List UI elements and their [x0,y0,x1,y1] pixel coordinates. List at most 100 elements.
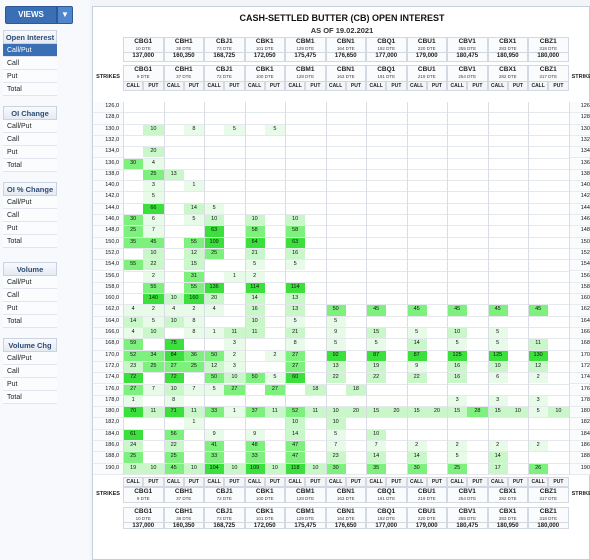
oi-value-cell[interactable]: 8 [183,124,204,135]
oi-value-cell[interactable]: 36 [183,350,204,361]
oi-value-cell[interactable]: 26 [528,463,549,474]
oi-value-cell[interactable]: 22 [406,373,427,384]
sidebar-item[interactable]: Call [3,57,57,70]
oi-value-cell[interactable]: 25 [447,463,468,474]
oi-value-cell[interactable]: 10 [244,316,265,327]
oi-value-cell[interactable]: 52 [123,350,144,361]
sidebar-item[interactable]: Put [3,70,57,83]
oi-value-cell[interactable]: 22 [366,373,387,384]
oi-value-cell[interactable]: 10 [264,463,285,474]
oi-value-cell[interactable]: 12 [183,248,204,260]
oi-value-cell[interactable]: 23 [123,361,144,373]
oi-value-cell[interactable]: 11 [305,407,326,418]
oi-value-cell[interactable]: 10 [224,463,245,474]
oi-value-cell[interactable]: 34 [143,350,164,361]
oi-value-cell[interactable]: 25 [163,452,184,463]
oi-value-cell[interactable]: 10 [285,215,306,226]
oi-value-cell[interactable]: 10 [305,463,326,474]
oi-value-cell[interactable]: 64 [244,237,265,248]
sidebar-item[interactable]: Call/Put [3,120,57,133]
oi-value-cell[interactable]: 10 [244,215,265,226]
oi-value-cell[interactable]: 45 [366,305,387,316]
views-button[interactable]: VIEWS [5,6,57,24]
oi-value-cell[interactable]: 72 [163,373,184,384]
oi-value-cell[interactable]: 5 [487,339,508,350]
oi-value-cell[interactable]: 109 [204,237,225,248]
oi-value-cell[interactable]: 27 [163,361,184,373]
oi-value-cell[interactable]: 35 [366,463,387,474]
oi-value-cell[interactable]: 5 [487,328,508,339]
oi-value-cell[interactable]: 2 [183,305,204,316]
oi-value-cell[interactable]: 15 [366,407,387,418]
oi-value-cell[interactable]: 61 [123,429,144,440]
oi-value-cell[interactable]: 1 [183,418,204,429]
oi-value-cell[interactable]: 24 [123,441,144,452]
oi-value-cell[interactable]: 8 [183,316,204,327]
oi-value-cell[interactable]: 45 [528,305,549,316]
oi-value-cell[interactable]: 15 [487,407,508,418]
oi-value-cell[interactable]: 56 [163,429,184,440]
oi-value-cell[interactable]: 16 [285,248,306,260]
sidebar-item[interactable]: Call/Put [3,352,57,365]
oi-value-cell[interactable]: 11 [264,407,285,418]
oi-value-cell[interactable]: 5 [264,124,285,135]
oi-value-cell[interactable]: 109 [244,463,265,474]
oi-value-cell[interactable]: 136 [204,282,225,294]
oi-value-cell[interactable]: 5 [325,339,346,350]
oi-value-cell[interactable]: 41 [204,441,225,452]
oi-value-cell[interactable]: 55 [123,260,144,271]
oi-value-cell[interactable]: 63 [285,237,306,248]
sidebar-item[interactable]: Total [3,391,57,404]
oi-value-cell[interactable]: 22 [163,441,184,452]
oi-value-cell[interactable]: 33 [204,407,225,418]
oi-value-cell[interactable]: 2 [244,271,265,282]
oi-value-cell[interactable]: 92 [325,350,346,361]
oi-value-cell[interactable]: 30 [325,463,346,474]
oi-value-cell[interactable]: 27 [285,361,306,373]
oi-value-cell[interactable]: 87 [366,350,387,361]
oi-value-cell[interactable]: 2 [528,373,549,384]
oi-value-cell[interactable]: 10 [548,407,569,418]
oi-value-cell[interactable]: 5 [204,384,225,395]
oi-value-cell[interactable]: 84 [163,350,184,361]
oi-value-cell[interactable]: 45 [447,305,468,316]
oi-value-cell[interactable]: 10 [143,124,164,135]
oi-value-cell[interactable]: 52 [285,407,306,418]
oi-value-cell[interactable]: 1 [204,328,225,339]
oi-value-cell[interactable]: 71 [163,407,184,418]
oi-value-cell[interactable]: 114 [285,282,306,294]
oi-value-cell[interactable]: 2 [487,441,508,452]
oi-value-cell[interactable]: 45 [163,463,184,474]
oi-value-cell[interactable]: 55 [143,282,164,294]
oi-value-cell[interactable]: 75 [163,339,184,350]
sidebar-item[interactable]: Total [3,83,57,96]
oi-value-cell[interactable]: 20 [426,407,447,418]
oi-value-cell[interactable]: 14 [406,452,427,463]
oi-value-cell[interactable]: 10 [163,384,184,395]
oi-value-cell[interactable]: 15 [406,407,427,418]
oi-value-cell[interactable]: 5 [244,260,265,271]
oi-value-cell[interactable]: 50 [325,305,346,316]
oi-value-cell[interactable]: 8 [183,328,204,339]
oi-value-cell[interactable]: 12 [528,361,549,373]
oi-value-cell[interactable]: 14 [285,429,306,440]
oi-value-cell[interactable]: 30 [406,463,427,474]
oi-value-cell[interactable]: 19 [123,463,144,474]
oi-value-cell[interactable]: 14 [183,203,204,214]
oi-value-cell[interactable]: 3 [487,395,508,407]
oi-value-cell[interactable]: 2 [143,305,164,316]
oi-value-cell[interactable]: 18 [345,384,366,395]
oi-value-cell[interactable]: 50 [204,373,225,384]
oi-value-cell[interactable]: 5 [528,407,549,418]
oi-value-cell[interactable]: 5 [366,339,387,350]
oi-value-cell[interactable]: 2 [447,441,468,452]
oi-value-cell[interactable]: 47 [285,452,306,463]
oi-value-cell[interactable]: 140 [143,294,164,305]
oi-value-cell[interactable]: 114 [244,282,265,294]
oi-value-cell[interactable]: 10 [325,418,346,429]
oi-value-cell[interactable]: 5 [447,339,468,350]
oi-value-cell[interactable]: 15 [366,328,387,339]
oi-value-cell[interactable]: 17 [487,463,508,474]
oi-value-cell[interactable]: 13 [285,294,306,305]
sidebar-item[interactable]: Total [3,315,57,328]
